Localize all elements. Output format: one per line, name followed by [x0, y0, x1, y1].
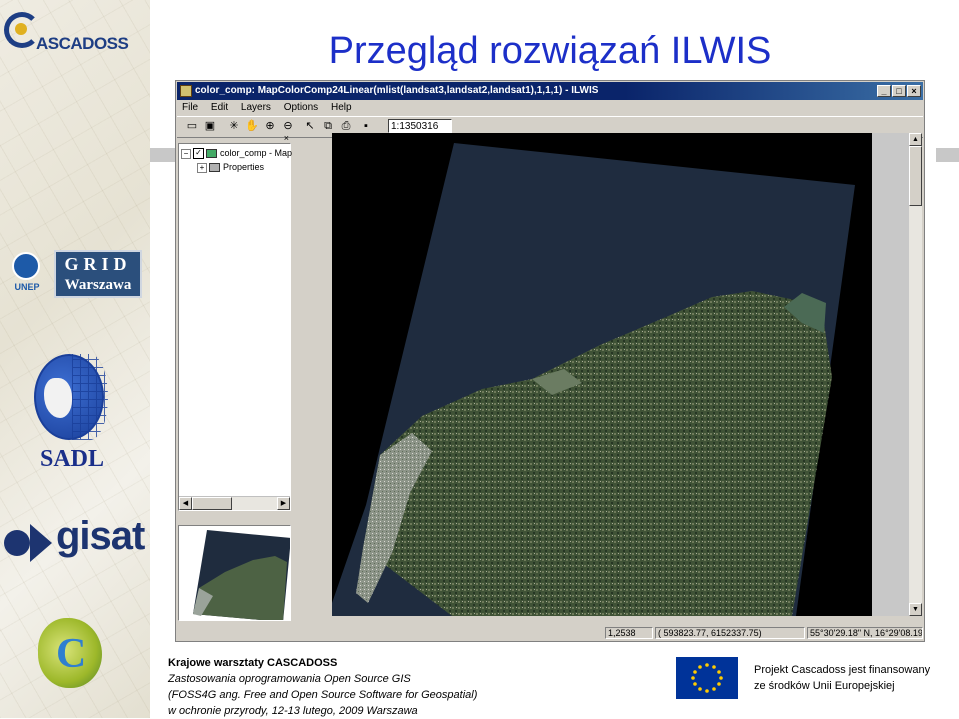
funding-line-2: ze środków Unii Europejskiej: [754, 680, 895, 692]
slide-edge-left: [150, 148, 175, 162]
cascadoss-logo-text: ASCADOSS: [36, 34, 129, 53]
menu-help[interactable]: Help: [326, 100, 357, 116]
footer-workshop: Krajowe warsztaty CASCADOSS: [168, 657, 338, 669]
unep-globe-icon: [12, 252, 40, 280]
footer-topic: Zastosowania oprogramowania Open Source …: [168, 673, 411, 685]
scroll-right-icon[interactable]: ▶: [277, 497, 290, 510]
sadl-logo: SADL: [26, 348, 126, 473]
properties-icon: [209, 163, 220, 173]
unep-logo: UNEP: [8, 250, 46, 298]
normal-cursor-icon[interactable]: ✳: [227, 120, 241, 133]
map-vertical-scrollbar[interactable]: ▲ ▼: [909, 133, 922, 616]
eu-stars: [691, 663, 723, 693]
map-margin: [872, 133, 909, 616]
scroll-down-icon[interactable]: ▼: [909, 603, 922, 616]
layer-visible-checkbox[interactable]: ✓: [193, 148, 204, 160]
unep-logo-text: UNEP: [14, 282, 40, 292]
entire-map-icon[interactable]: ▭: [185, 120, 199, 133]
scroll-left-icon[interactable]: ◀: [179, 497, 192, 510]
gisat-logo: gisat: [4, 514, 150, 566]
select-arrow-icon[interactable]: ↖: [303, 120, 317, 133]
maximize-button[interactable]: □: [892, 85, 906, 97]
eu-flag-icon: [676, 657, 738, 699]
gisat-dot-icon: [4, 530, 30, 556]
close-button[interactable]: ×: [907, 85, 921, 97]
status-coordinates: ( 593823.77, 6152337.75): [655, 627, 805, 639]
slide-title: Przegląd rozwiązań ILWIS: [328, 30, 772, 72]
overview-map-thumbnail[interactable]: [179, 526, 291, 621]
scale-field[interactable]: 1:1350316: [388, 119, 452, 133]
slide-edge-right: [936, 148, 959, 162]
window-titlebar: color_comp: MapColorComp24Linear(mlist(l…: [177, 82, 923, 100]
redraw-icon[interactable]: ▣: [203, 120, 217, 133]
map-layer-icon: [206, 149, 217, 159]
map-display[interactable]: [332, 133, 872, 616]
status-scale: 1,2538: [605, 627, 653, 639]
footer-foss4g: (FOSS4G ang. Free and Open Source Softwa…: [168, 689, 478, 701]
cascadoss-logo: ASCADOSS: [2, 6, 150, 56]
status-latlon: 55°30'29.18" N, 16°29'08.19"E: [807, 627, 923, 639]
menu-layers[interactable]: Layers: [236, 100, 276, 116]
satellite-image[interactable]: [332, 133, 872, 616]
grid-logo-text: GRID: [64, 254, 132, 274]
layer-tree-panel: × − ✓ color_comp - Map + Properties ◀ ▶: [178, 134, 292, 511]
cascadoss-emblem-logo: C: [38, 618, 108, 698]
menu-options[interactable]: Options: [279, 100, 323, 116]
window-title: color_comp: MapColorComp24Linear(mlist(l…: [195, 85, 599, 96]
tree-scroll-thumb[interactable]: [192, 497, 232, 510]
print-icon[interactable]: ⎙: [339, 120, 353, 133]
slide-footer: Krajowe warsztaty CASCADOSS Zastosowania…: [168, 655, 477, 719]
grid-warszawa-logo: GRID Warszawa: [54, 250, 142, 298]
tree-collapse-icon[interactable]: −: [181, 148, 191, 159]
funding-note: Projekt Cascadoss jest finansowany ze śr…: [754, 662, 930, 694]
tree-item-map-label: color_comp - Map: [220, 148, 293, 158]
scroll-up-icon[interactable]: ▲: [909, 133, 922, 146]
funding-line-1: Projekt Cascadoss jest finansowany: [754, 664, 931, 676]
cascadoss-dot-icon: [15, 23, 27, 35]
add-layer-icon[interactable]: ⧉: [321, 120, 335, 133]
zoom-out-icon[interactable]: ⊖: [281, 120, 295, 133]
status-bar: 1,2538 ( 593823.77, 6152337.75) 55°30'29…: [177, 626, 923, 640]
map-scroll-thumb[interactable]: [909, 146, 922, 206]
unep-grid-logo: UNEP GRID Warszawa: [8, 248, 144, 300]
tree-expand-icon[interactable]: +: [197, 162, 207, 173]
tree-horizontal-scrollbar[interactable]: ◀ ▶: [179, 496, 290, 510]
gisat-arrow-icon: [30, 524, 52, 562]
logo-sidebar: ASCADOSS UNEP GRID Warszawa SADL gisat C: [0, 0, 150, 718]
ilwis-window: color_comp: MapColorComp24Linear(mlist(l…: [175, 80, 925, 642]
footer-date-place: w ochronie przyrody, 12-13 lutego, 2009 …: [168, 705, 418, 717]
zoom-in-icon[interactable]: ⊕: [263, 120, 277, 133]
tree-panel-close-icon[interactable]: ×: [284, 134, 289, 143]
emblem-c-icon: C: [56, 631, 87, 677]
warszawa-logo-text: Warszawa: [64, 277, 132, 293]
gisat-logo-text: gisat: [56, 514, 145, 558]
tree-item-properties[interactable]: + Properties: [197, 160, 264, 174]
tree-item-properties-label: Properties: [223, 162, 265, 172]
sadl-grid-icon: [72, 354, 108, 440]
overview-panel: ×: [178, 525, 291, 621]
sadl-logo-text: SADL: [40, 446, 105, 472]
tree-item-map[interactable]: − ✓ color_comp - Map: [181, 146, 292, 160]
ilwis-app-icon: [180, 85, 192, 97]
save-icon[interactable]: ▪: [359, 120, 373, 133]
menu-edit[interactable]: Edit: [206, 100, 233, 116]
menu-bar: File Edit Layers Options Help: [177, 100, 923, 116]
minimize-button[interactable]: _: [877, 85, 891, 97]
pan-hand-icon[interactable]: ✋: [245, 120, 259, 133]
menu-file[interactable]: File: [177, 100, 203, 116]
